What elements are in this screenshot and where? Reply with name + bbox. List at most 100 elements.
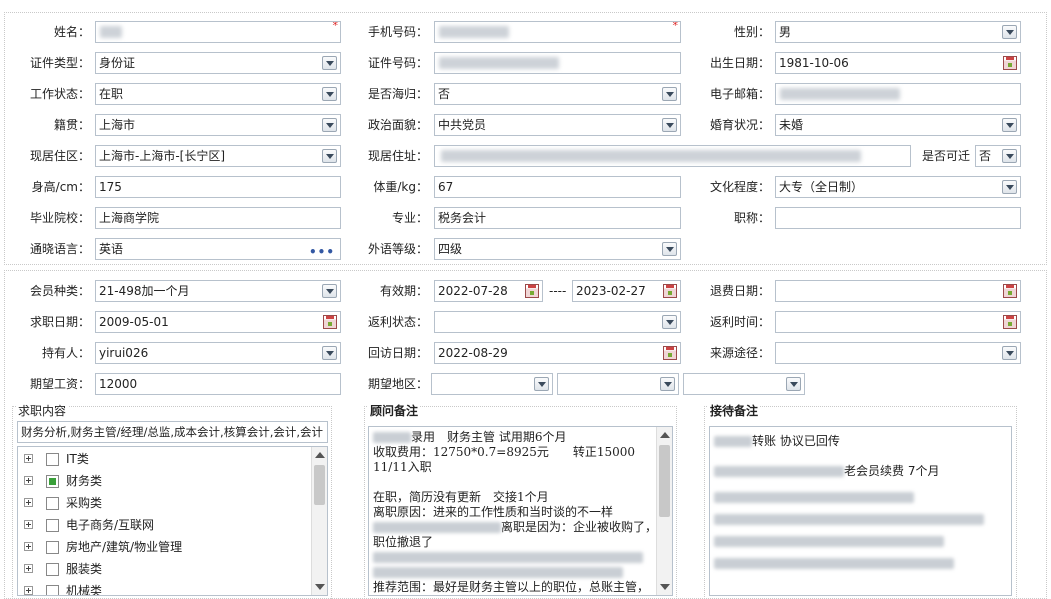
chevron-down-icon[interactable]	[1002, 149, 1017, 163]
gender-select[interactable]: 男	[775, 21, 1021, 43]
tree-item[interactable]: 服装类	[18, 558, 312, 580]
checkbox[interactable]	[46, 585, 59, 595]
expected-area-district-select[interactable]	[683, 373, 805, 395]
calendar-icon[interactable]	[663, 284, 677, 298]
mobile-input[interactable]: *	[434, 21, 681, 43]
source-select[interactable]	[775, 342, 1021, 364]
scroll-up-icon[interactable]	[660, 432, 670, 438]
relocatable-select[interactable]: 否	[975, 145, 1021, 167]
marital-status-select[interactable]: 未婚	[775, 114, 1021, 136]
calendar-icon[interactable]	[525, 284, 539, 298]
expected-area-province-select[interactable]	[431, 373, 553, 395]
expand-icon[interactable]	[24, 520, 33, 529]
expand-icon[interactable]	[24, 476, 33, 485]
expand-icon[interactable]	[24, 542, 33, 551]
school-input[interactable]: 上海商学院	[95, 207, 341, 229]
job-seek-date-input[interactable]: 2009-05-01	[95, 311, 341, 333]
checkbox[interactable]	[46, 563, 59, 576]
checkbox[interactable]	[46, 453, 59, 466]
tree-item[interactable]: IT类	[18, 448, 312, 470]
refund-date-input[interactable]	[775, 280, 1021, 302]
job-category-tree[interactable]: IT类 财务类 采购类 电子商务/互联网 房地产/建筑/物业管理 服装类 机械类	[17, 446, 328, 596]
work-status-select[interactable]: 在职	[95, 83, 341, 105]
chevron-down-icon[interactable]	[322, 346, 337, 360]
language-level-select[interactable]: 四级	[434, 238, 681, 260]
chevron-down-icon[interactable]	[322, 118, 337, 132]
political-status-value: 中共党员	[438, 118, 487, 132]
checkbox[interactable]	[46, 541, 59, 554]
visit-date-input[interactable]: 2022-08-29	[434, 342, 681, 364]
id-type-select[interactable]: 身份证	[95, 52, 341, 74]
political-status-select[interactable]: 中共党员	[434, 114, 681, 136]
validity-end-input[interactable]: 2023-02-27	[572, 280, 681, 302]
rebate-time-input[interactable]	[775, 311, 1021, 333]
job-content-summary[interactable]: 财务分析,财务主管/经理/总监,成本会计,核算会计,会计,会计	[17, 421, 328, 443]
chevron-down-icon[interactable]	[534, 377, 549, 391]
scroll-down-icon[interactable]	[660, 584, 670, 590]
calendar-icon[interactable]	[663, 346, 677, 360]
id-number-input[interactable]	[434, 52, 681, 74]
title-input[interactable]	[775, 207, 1021, 229]
scroll-up-icon[interactable]	[315, 452, 325, 458]
chevron-down-icon[interactable]	[322, 87, 337, 101]
chevron-down-icon[interactable]	[322, 284, 337, 298]
expand-icon[interactable]	[24, 454, 33, 463]
rebate-status-select[interactable]	[434, 311, 681, 333]
tree-scrollbar[interactable]	[311, 447, 327, 595]
tree-item[interactable]: 机械类	[18, 580, 312, 595]
education-select[interactable]: 大专（全日制）	[775, 176, 1021, 198]
consultant-notes-textarea[interactable]: 录用 财务主管 试用期6个月 收取费用：12750*0.7=8925元 转正15…	[368, 426, 673, 596]
native-place-select[interactable]: 上海市	[95, 114, 341, 136]
major-input[interactable]: 税务会计	[434, 207, 681, 229]
validity-start-input[interactable]: 2022-07-28	[434, 280, 543, 302]
scroll-down-icon[interactable]	[315, 584, 325, 590]
expand-icon[interactable]	[24, 498, 33, 507]
expected-salary-input[interactable]: 12000	[95, 373, 341, 395]
residence-address-input[interactable]	[434, 145, 911, 167]
tree-item[interactable]: 采购类	[18, 492, 312, 514]
calendar-icon[interactable]	[1003, 315, 1017, 329]
chevron-down-icon[interactable]	[322, 56, 337, 70]
notes-scrollbar[interactable]	[656, 427, 672, 595]
height-input[interactable]: 175	[95, 176, 341, 198]
member-type-select[interactable]: 21-498加一个月	[95, 280, 341, 302]
chevron-down-icon[interactable]	[662, 118, 677, 132]
reception-notes-textarea[interactable]: 转账 协议已回传 老会员续费 7个月	[709, 426, 1012, 596]
chevron-down-icon[interactable]	[1002, 346, 1017, 360]
email-input[interactable]	[775, 83, 1021, 105]
chevron-down-icon[interactable]	[786, 377, 801, 391]
language-input[interactable]: 英语 •••	[95, 238, 341, 260]
tree-item[interactable]: 财务类	[18, 470, 312, 492]
expand-icon[interactable]	[24, 564, 33, 573]
name-input[interactable]: *	[95, 21, 341, 43]
more-options-icon[interactable]: •••	[309, 242, 335, 259]
chevron-down-icon[interactable]	[662, 315, 677, 329]
chevron-down-icon[interactable]	[662, 87, 677, 101]
chevron-down-icon[interactable]	[662, 242, 677, 256]
birth-date-input[interactable]: 1981-10-06	[775, 52, 1021, 74]
calendar-icon[interactable]	[323, 315, 337, 329]
tree-item[interactable]: 房地产/建筑/物业管理	[18, 536, 312, 558]
expand-icon[interactable]	[24, 586, 33, 595]
chevron-down-icon[interactable]	[1002, 180, 1017, 194]
residence-area-select[interactable]: 上海市-上海市-[长宁区]	[95, 145, 341, 167]
calendar-icon[interactable]	[1003, 284, 1017, 298]
major-value: 税务会计	[438, 211, 487, 225]
checkbox[interactable]	[46, 519, 59, 532]
scroll-thumb[interactable]	[659, 445, 670, 517]
tree-item[interactable]: 电子商务/互联网	[18, 514, 312, 536]
checkbox[interactable]	[46, 497, 59, 510]
member-type-label: 会员种类：	[29, 284, 90, 298]
chevron-down-icon[interactable]	[1002, 25, 1017, 39]
chevron-down-icon[interactable]	[1002, 118, 1017, 132]
weight-input[interactable]: 67	[434, 176, 681, 198]
expected-area-city-select[interactable]	[557, 373, 679, 395]
calendar-icon[interactable]	[1003, 56, 1017, 70]
chevron-down-icon[interactable]	[660, 377, 675, 391]
school-label: 毕业院校：	[29, 211, 90, 225]
scroll-thumb[interactable]	[314, 465, 325, 505]
chevron-down-icon[interactable]	[322, 149, 337, 163]
checkbox-checked[interactable]	[46, 475, 59, 488]
holder-select[interactable]: yirui026	[95, 342, 341, 364]
returnee-select[interactable]: 否	[434, 83, 681, 105]
